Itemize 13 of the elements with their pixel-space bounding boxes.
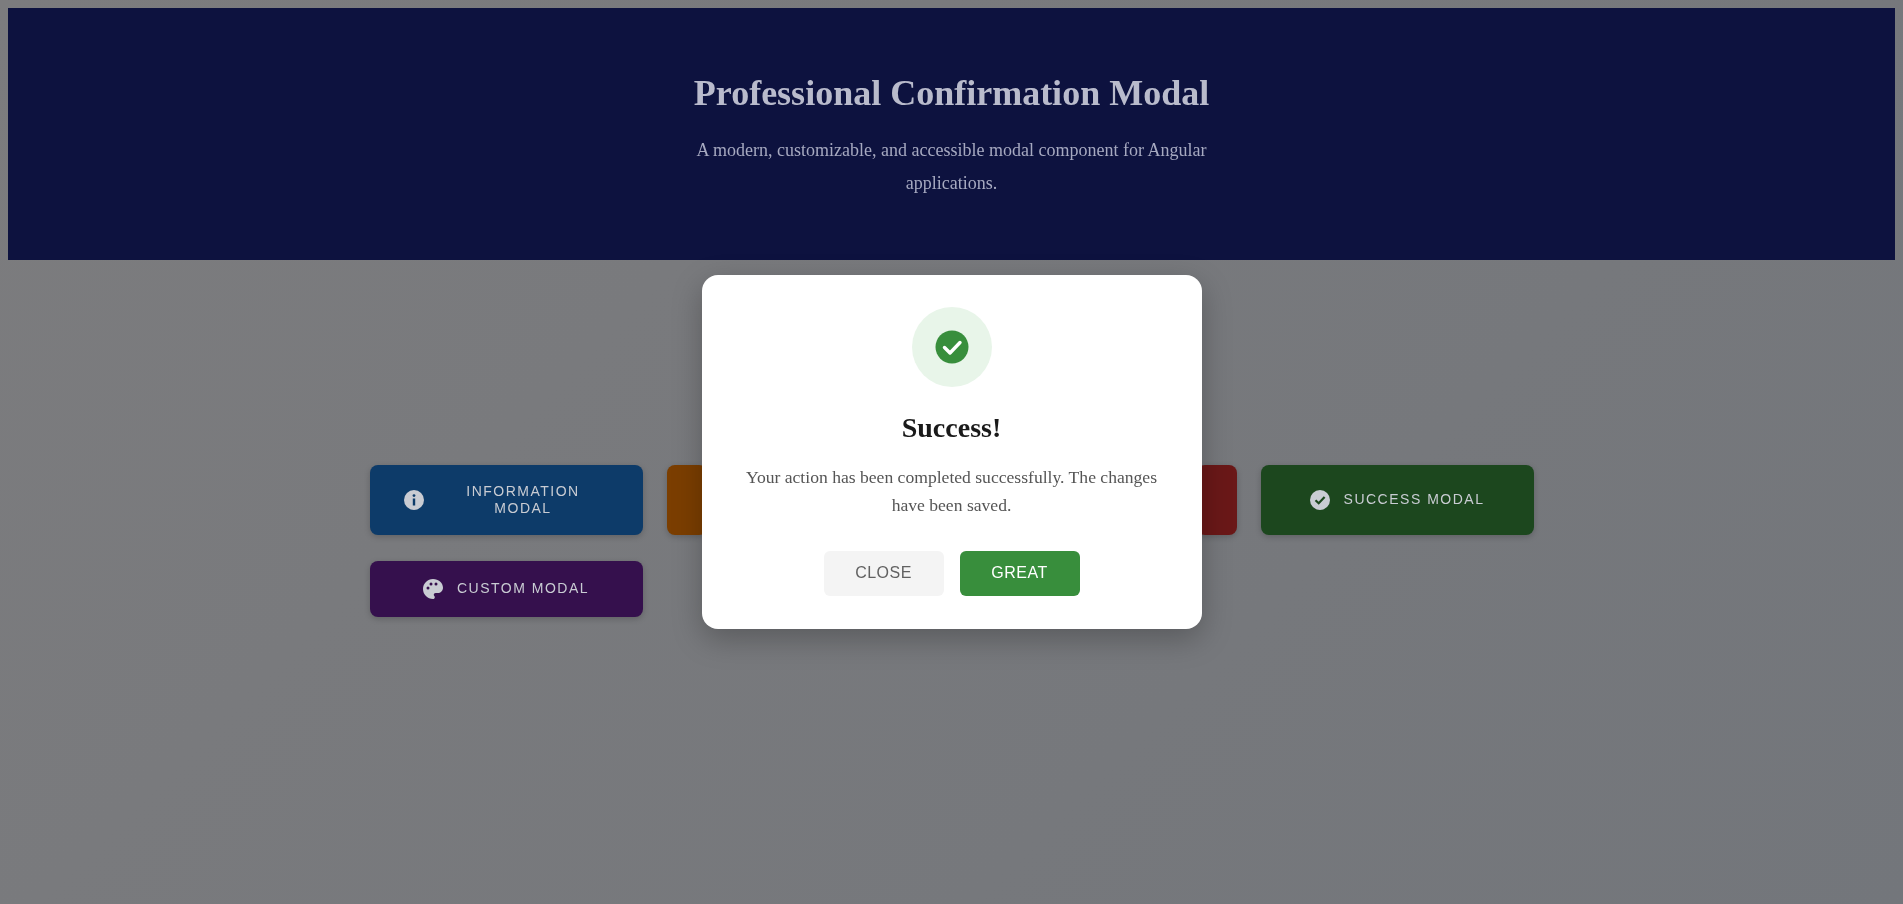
palette-icon xyxy=(422,578,443,599)
demo-modal-button[interactable]: INFORMATION MODAL xyxy=(369,464,643,535)
dialog-message: Your action has been completed successfully. The changes have been saved. xyxy=(744,465,1159,517)
demo-modal-button[interactable]: CUSTOM MODAL xyxy=(369,560,643,617)
info-icon xyxy=(403,489,424,510)
confirm-button[interactable]: GREAT xyxy=(959,550,1080,596)
demo-modal-button[interactable]: SUCCESS MODAL xyxy=(1260,464,1534,535)
check-circle-icon xyxy=(911,307,992,388)
close-button[interactable]: CLOSE xyxy=(823,550,944,596)
page-subtitle: A modern, customizable, and accessible modal component for Angular applications. xyxy=(695,139,1208,195)
check-circle-icon xyxy=(1309,489,1330,510)
dialog-title: Success! xyxy=(901,411,1002,445)
page-title: Professional Confirmation Modal xyxy=(692,72,1211,115)
